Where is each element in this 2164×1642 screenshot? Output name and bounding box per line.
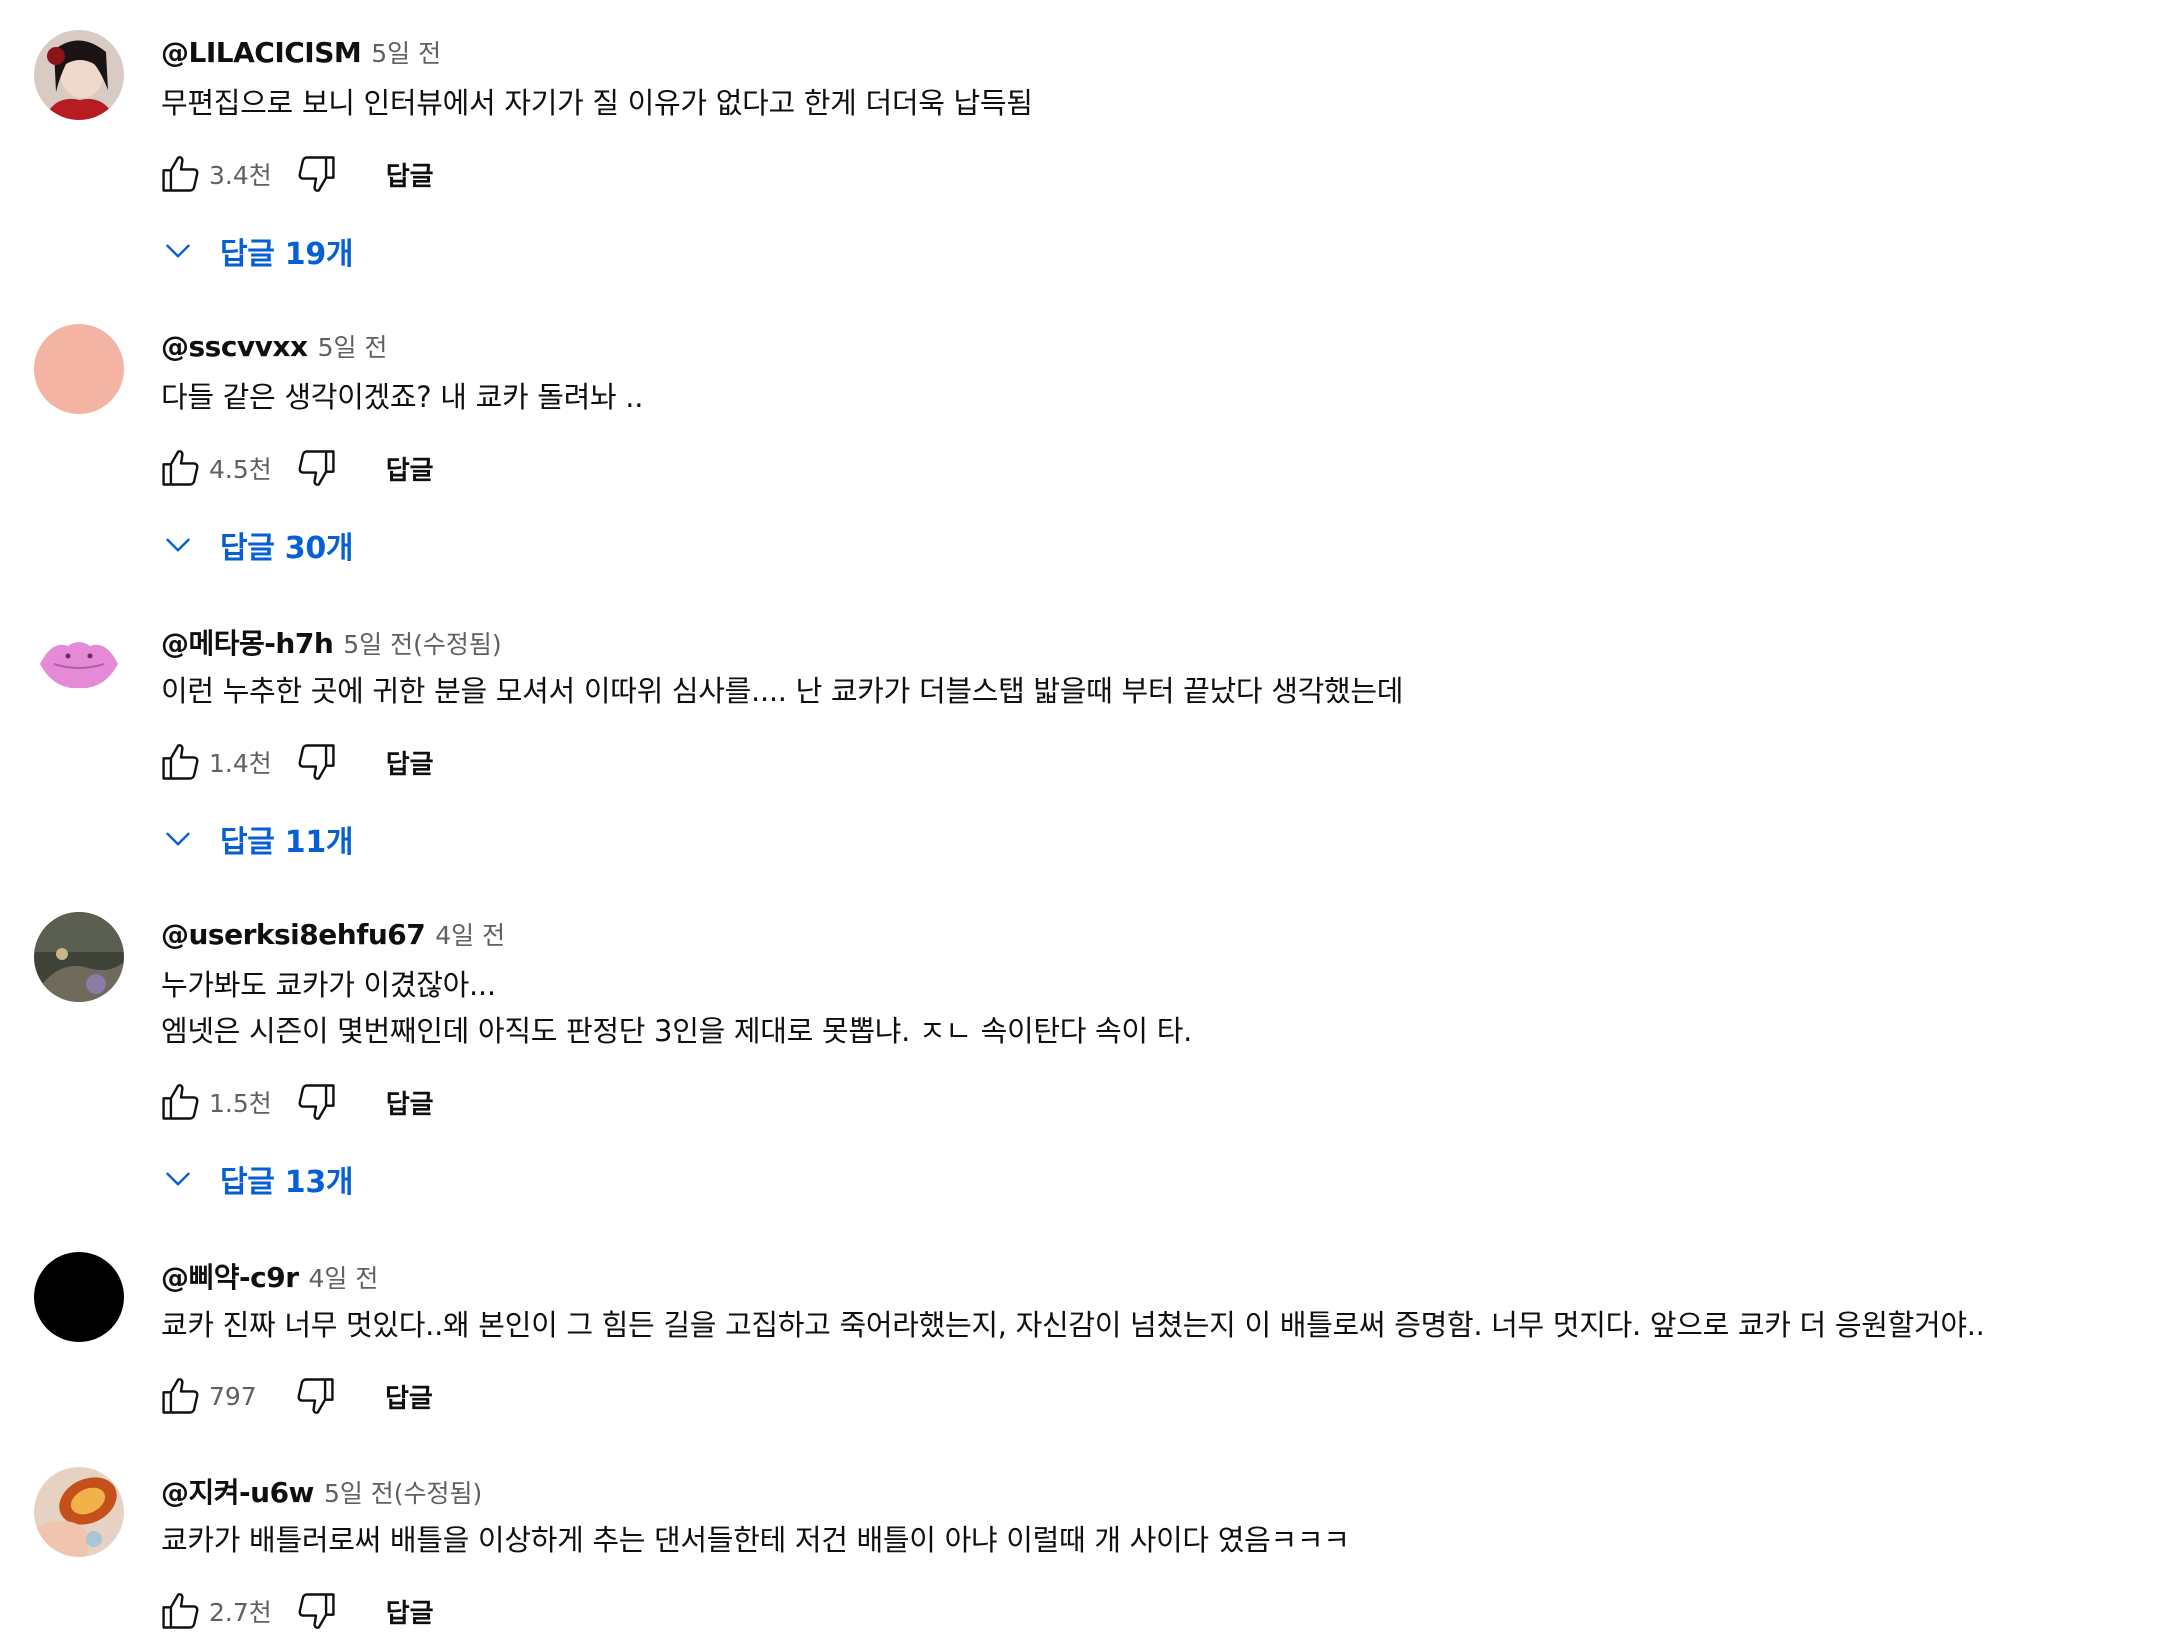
like-button[interactable] <box>155 1585 207 1637</box>
chevron-down-icon <box>166 1172 190 1186</box>
comment-author[interactable]: @userksi8ehfu67 <box>161 918 426 951</box>
dislike-button[interactable] <box>290 442 342 494</box>
reply-button[interactable]: 답글 <box>386 1593 434 1630</box>
comment-text-line: 누가봐도 쿄카가 이겼잖아... <box>161 968 496 1002</box>
comment-text-line: 엠넷은 시즌이 몇번째인데 아직도 판정단 3인을 제대로 못뽑냐. ㅈㄴ 속이… <box>161 1014 1193 1048</box>
comment-timestamp[interactable]: 4일 전 <box>435 916 505 952</box>
comment-actions: 3.4천 답글 <box>155 148 434 200</box>
reply-button[interactable]: 답글 <box>386 156 434 193</box>
thumb-up-icon <box>162 1084 199 1120</box>
like-count: 797 <box>209 1381 257 1411</box>
avatar[interactable] <box>34 324 124 414</box>
reply-button[interactable]: 답글 <box>386 744 434 781</box>
view-replies-button[interactable]: 답글 11개 <box>160 811 354 867</box>
like-button[interactable] <box>155 442 207 494</box>
reply-button[interactable]: 답글 <box>385 1378 433 1415</box>
comment-text: 다들 같은 생각이겠죠? 내 쿄카 돌려놔 .. <box>161 374 643 420</box>
thumb-down-icon <box>298 1593 335 1629</box>
like-count: 1.5천 <box>209 1089 272 1118</box>
like-button[interactable] <box>155 1076 207 1128</box>
comment-author[interactable]: @삐약-c9r <box>161 1256 299 1296</box>
avatar[interactable] <box>34 618 124 708</box>
chevron-down-icon <box>166 244 190 258</box>
comment-actions: 1.5천 답글 <box>155 1076 434 1128</box>
replies-count-label: 답글 13개 <box>220 1165 354 1200</box>
like-count: 3.4천 <box>209 161 272 190</box>
comment-text-line: 쿄카 진짜 너무 멋있다..왜 본인이 그 힘든 길을 고집하고 죽어라했는지,… <box>161 1308 1985 1342</box>
comment-text-line: 이런 누추한 곳에 귀한 분을 모셔서 이따위 심사를.... 난 쿄카가 더블… <box>161 674 1404 708</box>
thumb-up-icon <box>162 156 199 192</box>
comment-timestamp[interactable]: 5일 전(수정됨) <box>324 1474 482 1510</box>
comment-text: 무편집으로 보니 인터뷰에서 자기가 질 이유가 없다고 한게 더더욱 납득됨 <box>161 80 1033 126</box>
dislike-button[interactable] <box>290 1585 342 1637</box>
view-replies-button[interactable]: 답글 13개 <box>160 1151 354 1207</box>
thumb-up-icon <box>162 744 199 780</box>
replies-count-label: 답글 19개 <box>220 237 354 272</box>
comment-text: 이런 누추한 곳에 귀한 분을 모셔서 이따위 심사를.... 난 쿄카가 더블… <box>161 668 1403 714</box>
dislike-button[interactable] <box>290 736 342 788</box>
comment-text-line: 쿄카가 배틀러로써 배틀을 이상하게 추는 댄서들한테 저건 배틀이 아냐 이럴… <box>161 1523 1350 1557</box>
comment-actions: 797 답글 <box>155 1370 433 1422</box>
thumb-down-icon <box>298 450 335 486</box>
like-button[interactable] <box>155 1370 207 1422</box>
like-count: 4.5천 <box>209 455 272 484</box>
comment-timestamp[interactable]: 4일 전 <box>309 1259 379 1295</box>
like-button[interactable] <box>155 148 207 200</box>
avatar[interactable] <box>34 1252 124 1342</box>
dislike-button[interactable] <box>290 148 342 200</box>
reply-button[interactable]: 답글 <box>386 450 434 487</box>
thumb-down-icon <box>298 156 335 192</box>
comment-timestamp[interactable]: 5일 전 <box>371 34 441 70</box>
thumb-down-icon <box>298 1084 335 1120</box>
comment-author[interactable]: @메타몽-h7h <box>161 622 334 662</box>
like-count: 1.4천 <box>209 749 272 778</box>
dislike-button[interactable] <box>289 1370 341 1422</box>
avatar[interactable] <box>34 1467 124 1557</box>
thumb-up-icon <box>162 1378 199 1414</box>
comment-timestamp[interactable]: 5일 전(수정됨) <box>343 625 501 661</box>
reply-button[interactable]: 답글 <box>386 1084 434 1121</box>
comment-actions: 4.5천 답글 <box>155 442 434 494</box>
comment-actions: 2.7천 답글 <box>155 1585 434 1637</box>
comment-author[interactable]: @지켜-u6w <box>161 1471 314 1511</box>
comment-text: 쿄카 진짜 너무 멋있다..왜 본인이 그 힘든 길을 고집하고 죽어라했는지,… <box>161 1302 1985 1348</box>
comment-author[interactable]: @sscvvxx <box>161 330 308 363</box>
comment-author[interactable]: @LILACICISM <box>161 36 362 69</box>
comment-timestamp[interactable]: 5일 전 <box>318 328 388 364</box>
view-replies-button[interactable]: 답글 19개 <box>160 223 354 279</box>
chevron-down-icon <box>166 538 190 552</box>
thumb-up-icon <box>162 1593 199 1629</box>
comment-actions: 1.4천 답글 <box>155 736 434 788</box>
like-button[interactable] <box>155 736 207 788</box>
chevron-down-icon <box>166 832 190 846</box>
avatar[interactable] <box>34 912 124 1002</box>
view-replies-button[interactable]: 답글 30개 <box>160 517 354 573</box>
avatar[interactable] <box>34 30 124 120</box>
dislike-button[interactable] <box>290 1076 342 1128</box>
comment-text: 누가봐도 쿄카가 이겼잖아... 엠넷은 시즌이 몇번째인데 아직도 판정단 3… <box>161 962 1192 1054</box>
comment-text-line: 다들 같은 생각이겠죠? 내 쿄카 돌려놔 .. <box>161 380 644 414</box>
replies-count-label: 답글 30개 <box>220 531 354 566</box>
thumb-down-icon <box>298 744 335 780</box>
thumb-up-icon <box>162 450 199 486</box>
comment-text: 쿄카가 배틀러로써 배틀을 이상하게 추는 댄서들한테 저건 배틀이 아냐 이럴… <box>161 1517 1350 1563</box>
like-count: 2.7천 <box>209 1598 272 1627</box>
thumb-down-icon <box>297 1378 334 1414</box>
comment-text-line: 무편집으로 보니 인터뷰에서 자기가 질 이유가 없다고 한게 더더욱 납득됨 <box>161 86 1033 120</box>
replies-count-label: 답글 11개 <box>220 825 354 860</box>
